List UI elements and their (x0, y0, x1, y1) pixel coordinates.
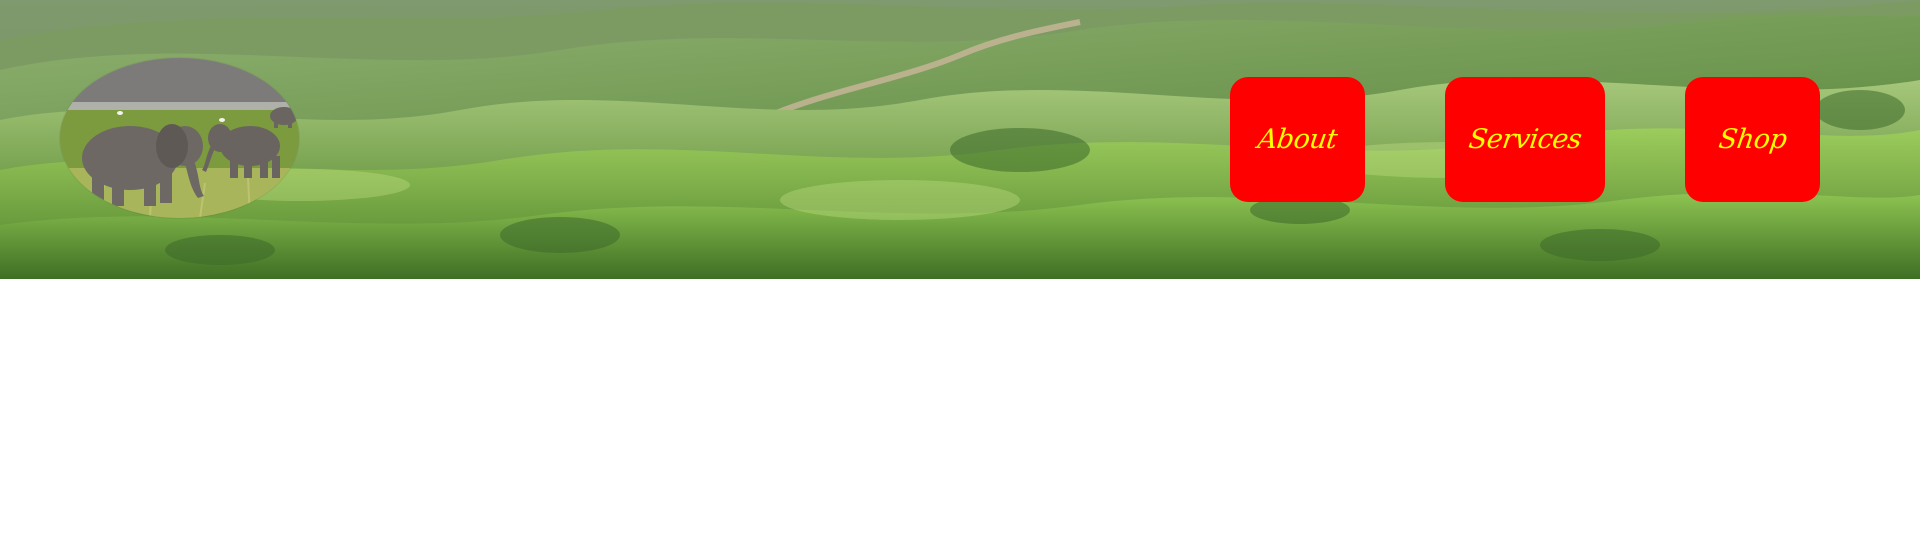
elephants-photo (60, 58, 299, 218)
site-header: About Services Shop (0, 0, 1920, 279)
nav-services-label: Services (1466, 124, 1584, 155)
nav-services-button[interactable]: Services (1445, 77, 1605, 202)
logo[interactable] (60, 58, 299, 218)
page: About Services Shop (0, 0, 1920, 547)
nav-about-button[interactable]: About (1230, 77, 1365, 202)
nav-shop-button[interactable]: Shop (1685, 77, 1820, 202)
nav-shop-label: Shop (1716, 124, 1789, 155)
nav-about-label: About (1255, 124, 1340, 155)
